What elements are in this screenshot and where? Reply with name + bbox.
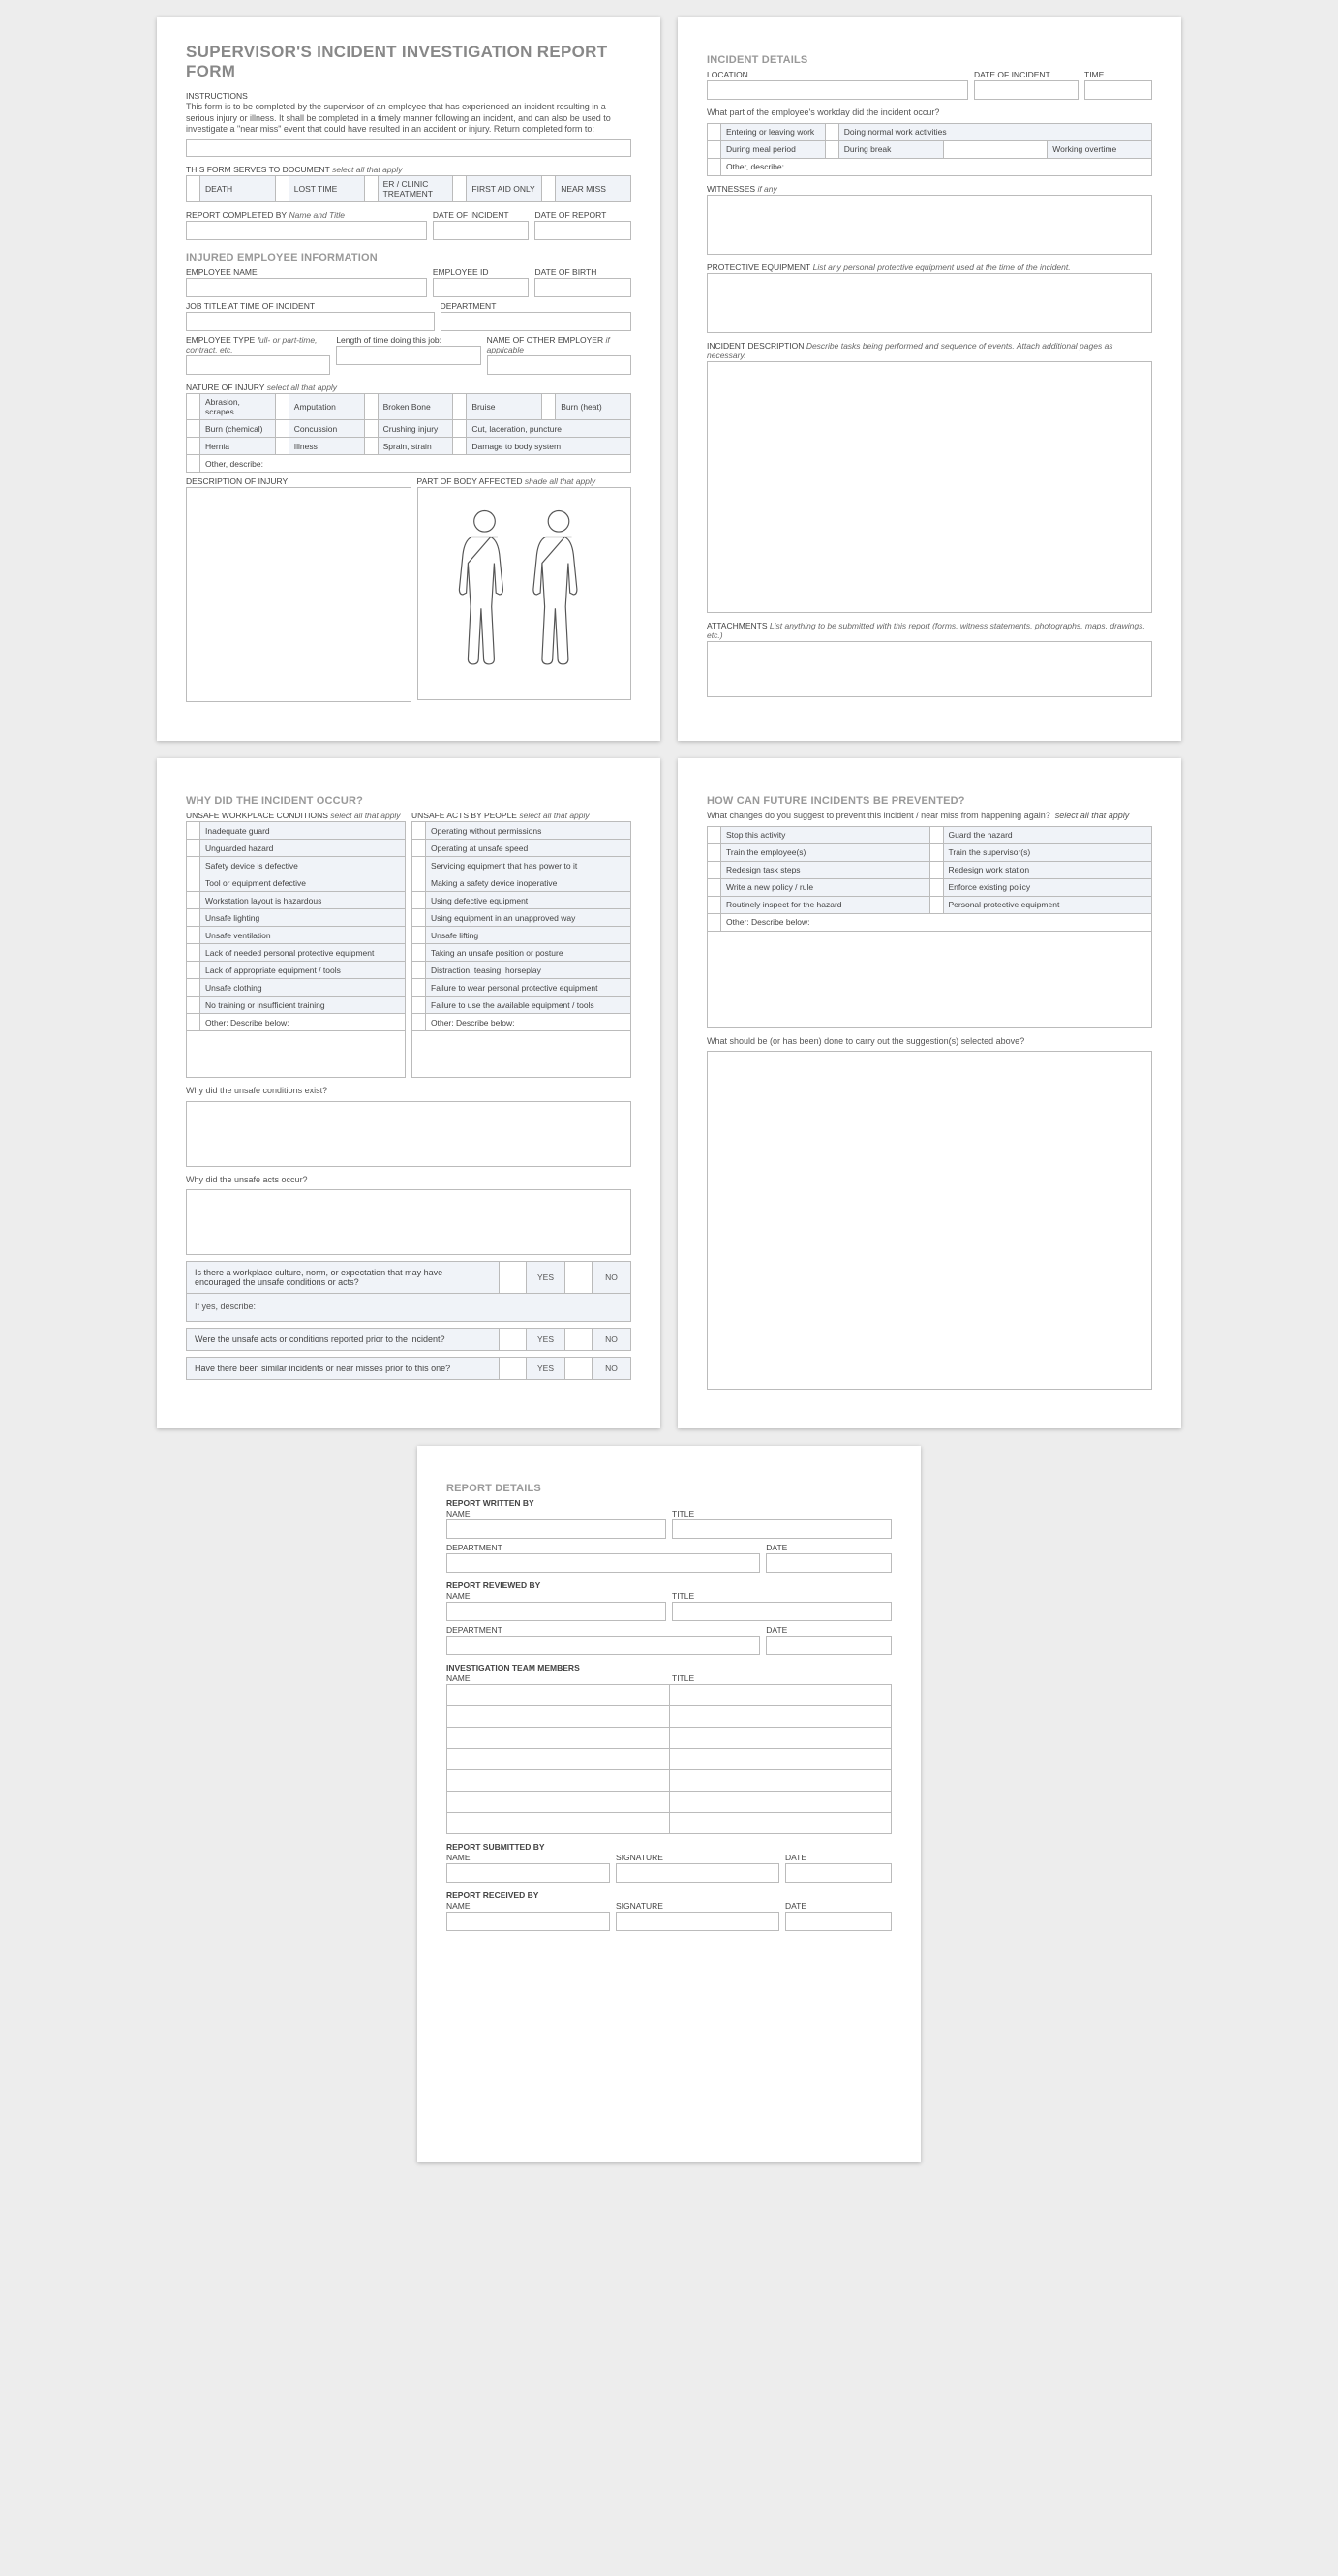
received-sig-input[interactable] bbox=[616, 1912, 779, 1931]
department-input[interactable] bbox=[441, 312, 631, 331]
return-to-input[interactable] bbox=[186, 139, 631, 157]
carry-out-input[interactable] bbox=[707, 1051, 1152, 1390]
page-1: SUPERVISOR'S INCIDENT INVESTIGATION REPO… bbox=[157, 17, 660, 741]
dob-input[interactable] bbox=[534, 278, 631, 297]
page-3: WHY DID THE INCIDENT OCCUR? UNSAFE WORKP… bbox=[157, 758, 660, 1428]
length-time-input[interactable] bbox=[336, 346, 480, 365]
carry-out-q: What should be (or has been) done to car… bbox=[707, 1036, 1152, 1048]
written-date-input[interactable] bbox=[766, 1553, 892, 1573]
location-input[interactable] bbox=[707, 80, 968, 100]
serves-label: THIS FORM SERVES TO DOCUMENT bbox=[186, 165, 330, 174]
employee-name-input[interactable] bbox=[186, 278, 427, 297]
why-cond-input[interactable] bbox=[186, 1101, 631, 1167]
date-of-incident-input[interactable] bbox=[433, 221, 530, 240]
page-4: HOW CAN FUTURE INCIDENTS BE PREVENTED? W… bbox=[678, 758, 1181, 1428]
culture-question: Is there a workplace culture, norm, or e… bbox=[186, 1261, 631, 1294]
team-members-table bbox=[446, 1684, 892, 1834]
serves-options: DEATH LOST TIME ER / CLINIC TREATMENT FI… bbox=[186, 175, 631, 202]
other-employer-input[interactable] bbox=[487, 355, 631, 375]
instructions-heading: INSTRUCTIONS bbox=[186, 91, 631, 101]
incident-description-input[interactable] bbox=[707, 361, 1152, 613]
doi2-input[interactable] bbox=[974, 80, 1079, 100]
nature-of-injury-options: Abrasion, scrapesAmputationBroken BoneBr… bbox=[186, 393, 631, 473]
received-date-input[interactable] bbox=[785, 1912, 892, 1931]
witnesses-input[interactable] bbox=[707, 195, 1152, 255]
prevent-heading: HOW CAN FUTURE INCIDENTS BE PREVENTED? bbox=[707, 795, 1152, 807]
written-title-input[interactable] bbox=[672, 1519, 892, 1539]
page-2: INCIDENT DETAILS LOCATION DATE OF INCIDE… bbox=[678, 17, 1181, 741]
why-acts-q: Why did the unsafe acts occur? bbox=[186, 1175, 631, 1186]
ppe-input[interactable] bbox=[707, 273, 1152, 333]
time-input[interactable] bbox=[1084, 80, 1152, 100]
reported-question: Were the unsafe acts or conditions repor… bbox=[186, 1328, 631, 1351]
incident-details-heading: INCIDENT DETAILS bbox=[707, 54, 1152, 66]
body-diagram[interactable] bbox=[417, 487, 631, 700]
unsafe-acts-options: Operating without permissions Operating … bbox=[411, 821, 631, 1031]
prevention-options: Stop this activityGuard the hazard Train… bbox=[707, 826, 1152, 932]
job-title-input[interactable] bbox=[186, 312, 435, 331]
workday-options: Entering or leaving workDoing normal wor… bbox=[707, 123, 1152, 176]
submitted-sig-input[interactable] bbox=[616, 1863, 779, 1883]
why-acts-input[interactable] bbox=[186, 1189, 631, 1255]
received-by-heading: REPORT RECEIVED BY bbox=[446, 1890, 892, 1900]
why-heading: WHY DID THE INCIDENT OCCUR? bbox=[186, 795, 631, 807]
reviewed-title-input[interactable] bbox=[672, 1602, 892, 1621]
prevent-describe-input[interactable] bbox=[707, 932, 1152, 1028]
reviewed-by-heading: REPORT REVIEWED BY bbox=[446, 1580, 892, 1590]
report-completed-by-input[interactable] bbox=[186, 221, 427, 240]
submitted-date-input[interactable] bbox=[785, 1863, 892, 1883]
employee-id-input[interactable] bbox=[433, 278, 530, 297]
date-of-report-input[interactable] bbox=[534, 221, 631, 240]
acts-describe-input[interactable] bbox=[411, 1031, 631, 1078]
similar-question: Have there been similar incidents or nea… bbox=[186, 1357, 631, 1380]
form-title: SUPERVISOR'S INCIDENT INVESTIGATION REPO… bbox=[186, 43, 631, 81]
report-details-heading: REPORT DETAILS bbox=[446, 1483, 892, 1494]
submitted-by-heading: REPORT SUBMITTED BY bbox=[446, 1842, 892, 1852]
attachments-input[interactable] bbox=[707, 641, 1152, 697]
written-dept-input[interactable] bbox=[446, 1553, 760, 1573]
description-of-injury-input[interactable] bbox=[186, 487, 411, 702]
reviewed-dept-input[interactable] bbox=[446, 1636, 760, 1655]
employee-type-input[interactable] bbox=[186, 355, 330, 375]
cond-describe-input[interactable] bbox=[186, 1031, 406, 1078]
employee-info-heading: INJURED EMPLOYEE INFORMATION bbox=[186, 252, 631, 263]
written-name-input[interactable] bbox=[446, 1519, 666, 1539]
page-5: REPORT DETAILS REPORT WRITTEN BY NAME TI… bbox=[417, 1446, 921, 2162]
instructions-text: This form is to be completed by the supe… bbox=[186, 102, 631, 136]
if-yes-row: If yes, describe: bbox=[186, 1294, 631, 1322]
received-name-input[interactable] bbox=[446, 1912, 610, 1931]
submitted-name-input[interactable] bbox=[446, 1863, 610, 1883]
reviewed-name-input[interactable] bbox=[446, 1602, 666, 1621]
unsafe-conditions-options: Inadequate guard Unguarded hazard Safety… bbox=[186, 821, 406, 1031]
reviewed-date-input[interactable] bbox=[766, 1636, 892, 1655]
written-by-heading: REPORT WRITTEN BY bbox=[446, 1498, 892, 1508]
team-heading: INVESTIGATION TEAM MEMBERS bbox=[446, 1663, 892, 1672]
body-figure-icon bbox=[437, 492, 611, 695]
why-cond-q: Why did the unsafe conditions exist? bbox=[186, 1086, 631, 1097]
workday-question: What part of the employee's workday did … bbox=[707, 107, 1152, 119]
